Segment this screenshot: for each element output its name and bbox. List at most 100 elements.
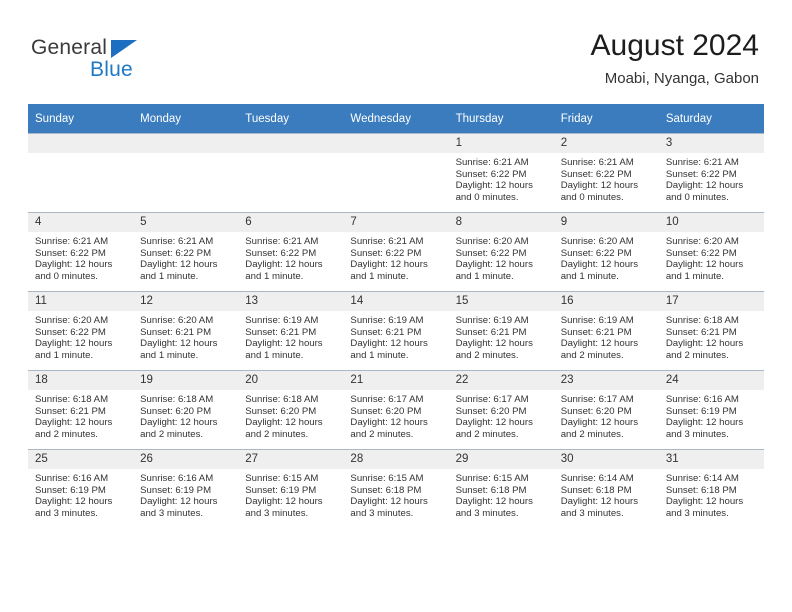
calendar-day-cell[interactable]: 8 Sunrise: 6:20 AM Sunset: 6:22 PM Daylight… (448, 212, 554, 292)
day-details: Sunrise: 6:18 AM Sunset: 6:21 PM Daylight:… (28, 390, 133, 440)
daylight-text-line1: Daylight: 12 hours (560, 496, 639, 508)
day-number: 30 (553, 450, 659, 469)
calendar-day-cell-empty (133, 133, 239, 213)
weekday-header-friday: Friday (553, 104, 659, 134)
daylight-text-line1: Daylight: 12 hours (455, 496, 533, 508)
sunset-text: Sunset: 6:21 PM (245, 326, 317, 338)
daylight-text-line1: Daylight: 12 hours (455, 180, 533, 192)
daylight-text-line2: and 1 minute. (350, 349, 409, 361)
calendar-day-cell[interactable]: 25 Sunrise: 6:16 AM Sunset: 6:19 PM Dayligh… (28, 449, 134, 528)
day-details: Sunrise: 6:19 AM Sunset: 6:21 PM Daylight:… (449, 311, 554, 361)
calendar-day-cell[interactable]: 20 Sunrise: 6:18 AM Sunset: 6:20 PM Dayligh… (238, 370, 344, 450)
calendar-day-cell[interactable]: 9 Sunrise: 6:20 AM Sunset: 6:22 PM Daylight… (553, 212, 659, 292)
day-details: Sunrise: 6:20 AM Sunset: 6:21 PM Daylight:… (133, 311, 238, 361)
calendar-day-cell[interactable]: 27 Sunrise: 6:15 AM Sunset: 6:19 PM Dayligh… (238, 449, 344, 528)
brand-name-general: General (31, 36, 108, 59)
calendar-day-cell[interactable]: 12 Sunrise: 6:20 AM Sunset: 6:21 PM Dayligh… (133, 291, 239, 371)
calendar-day-cell[interactable]: 23 Sunrise: 6:17 AM Sunset: 6:20 PM Dayligh… (553, 370, 659, 450)
sunset-text: Sunset: 6:22 PM (560, 247, 632, 259)
calendar-day-cell[interactable]: 15 Sunrise: 6:19 AM Sunset: 6:21 PM Dayligh… (448, 291, 554, 371)
daylight-text-line1: Daylight: 12 hours (350, 259, 428, 271)
day-details: Sunrise: 6:20 AM Sunset: 6:22 PM Daylight:… (449, 232, 554, 282)
daylight-text-line2: and 0 minutes. (35, 270, 98, 282)
sunset-text: Sunset: 6:20 PM (350, 405, 422, 417)
page-title: August 2024 (590, 29, 759, 62)
sunset-text: Sunset: 6:22 PM (455, 247, 527, 259)
daylight-text-line1: Daylight: 12 hours (560, 417, 639, 429)
sunrise-text: Sunrise: 6:15 AM (245, 473, 319, 484)
calendar-day-cell[interactable]: 4 Sunrise: 6:21 AM Sunset: 6:22 PM Daylight… (28, 212, 134, 292)
calendar-day-cell[interactable]: 29 Sunrise: 6:15 AM Sunset: 6:18 PM Dayligh… (448, 449, 554, 528)
calendar-week-row: 25 Sunrise: 6:16 AM Sunset: 6:19 PM Dayligh… (28, 449, 764, 528)
day-details: Sunrise: 6:19 AM Sunset: 6:21 PM Daylight:… (238, 311, 343, 361)
calendar-day-cell[interactable]: 11 Sunrise: 6:20 AM Sunset: 6:22 PM Dayligh… (28, 291, 134, 371)
calendar-day-cell[interactable]: 24 Sunrise: 6:16 AM Sunset: 6:19 PM Dayligh… (658, 370, 764, 450)
sunrise-text: Sunrise: 6:21 AM (665, 157, 739, 168)
sunrise-text: Sunrise: 6:16 AM (35, 473, 109, 484)
calendar-day-cell[interactable]: 2 Sunrise: 6:21 AM Sunset: 6:22 PM Daylight… (553, 133, 659, 213)
sunset-text: Sunset: 6:22 PM (560, 168, 632, 180)
daylight-text-line2: and 1 minute. (560, 270, 619, 282)
calendar-week-row: 4 Sunrise: 6:21 AM Sunset: 6:22 PM Daylight… (28, 212, 764, 292)
daylight-text-line2: and 2 minutes. (560, 349, 624, 361)
calendar-day-cell[interactable]: 7 Sunrise: 6:21 AM Sunset: 6:22 PM Daylight… (343, 212, 449, 292)
calendar-day-cell[interactable]: 19 Sunrise: 6:18 AM Sunset: 6:20 PM Dayligh… (133, 370, 239, 450)
sunset-text: Sunset: 6:20 PM (245, 405, 317, 417)
calendar-day-cell-empty (343, 133, 449, 213)
daylight-text-line2: and 1 minute. (245, 349, 304, 361)
daylight-text-line1: Daylight: 12 hours (350, 417, 428, 429)
sunrise-text: Sunrise: 6:15 AM (350, 473, 424, 484)
daylight-text-line1: Daylight: 12 hours (560, 338, 639, 350)
day-details: Sunrise: 6:20 AM Sunset: 6:22 PM Daylight:… (28, 311, 133, 361)
daylight-text-line1: Daylight: 12 hours (245, 417, 323, 429)
calendar-day-cell[interactable]: 28 Sunrise: 6:15 AM Sunset: 6:18 PM Dayligh… (343, 449, 449, 528)
day-number: 8 (448, 213, 554, 232)
calendar-day-cell[interactable]: 14 Sunrise: 6:19 AM Sunset: 6:21 PM Dayligh… (343, 291, 449, 371)
daylight-text-line2: and 3 minutes. (245, 507, 309, 519)
day-number: 2 (553, 134, 659, 153)
calendar-day-cell[interactable]: 5 Sunrise: 6:21 AM Sunset: 6:22 PM Daylight… (133, 212, 239, 292)
calendar-day-cell[interactable]: 10 Sunrise: 6:20 AM Sunset: 6:22 PM Dayligh… (658, 212, 764, 292)
day-details: Sunrise: 6:18 AM Sunset: 6:20 PM Daylight:… (238, 390, 343, 440)
day-number: 26 (133, 450, 239, 469)
day-number: 25 (28, 450, 134, 469)
weekday-header-tuesday: Tuesday (238, 104, 344, 134)
calendar-day-cell[interactable]: 13 Sunrise: 6:19 AM Sunset: 6:21 PM Dayligh… (238, 291, 344, 371)
sunset-text: Sunset: 6:22 PM (455, 168, 527, 180)
calendar-day-cell[interactable]: 31 Sunrise: 6:14 AM Sunset: 6:18 PM Dayligh… (658, 449, 764, 528)
daylight-text-line1: Daylight: 12 hours (350, 338, 428, 350)
brand-logo[interactable]: General Blue (31, 36, 251, 88)
day-number: 24 (658, 371, 764, 390)
calendar-day-cell[interactable]: 18 Sunrise: 6:18 AM Sunset: 6:21 PM Dayligh… (28, 370, 134, 450)
daylight-text-line1: Daylight: 12 hours (35, 496, 113, 508)
daylight-text-line1: Daylight: 12 hours (350, 496, 428, 508)
calendar-day-cell[interactable]: 16 Sunrise: 6:19 AM Sunset: 6:21 PM Dayligh… (553, 291, 659, 371)
calendar-day-cell[interactable]: 1 Sunrise: 6:21 AM Sunset: 6:22 PM Daylight… (448, 133, 554, 213)
day-details: Sunrise: 6:14 AM Sunset: 6:18 PM Daylight:… (659, 469, 764, 519)
calendar-day-cell[interactable]: 21 Sunrise: 6:17 AM Sunset: 6:20 PM Dayligh… (343, 370, 449, 450)
calendar-page: General Blue August 2024 Moabi, Nyanga, … (0, 0, 792, 612)
day-details: Sunrise: 6:15 AM Sunset: 6:19 PM Daylight:… (238, 469, 343, 519)
daylight-text-line1: Daylight: 12 hours (140, 496, 218, 508)
day-details: Sunrise: 6:20 AM Sunset: 6:22 PM Daylight:… (554, 232, 659, 282)
day-number (28, 134, 134, 153)
daylight-text-line1: Daylight: 12 hours (35, 259, 113, 271)
calendar-day-cell[interactable]: 26 Sunrise: 6:16 AM Sunset: 6:19 PM Dayligh… (133, 449, 239, 528)
day-number: 14 (343, 292, 449, 311)
sunset-text: Sunset: 6:18 PM (350, 484, 422, 496)
day-number: 16 (553, 292, 659, 311)
daylight-text-line2: and 2 minutes. (665, 349, 729, 361)
calendar-day-cell[interactable]: 30 Sunrise: 6:14 AM Sunset: 6:18 PM Dayligh… (553, 449, 659, 528)
sunrise-text: Sunrise: 6:14 AM (560, 473, 634, 484)
day-number: 17 (658, 292, 764, 311)
calendar-day-cell[interactable]: 22 Sunrise: 6:17 AM Sunset: 6:20 PM Dayligh… (448, 370, 554, 450)
daylight-text-line1: Daylight: 12 hours (665, 496, 744, 508)
calendar-day-cell[interactable]: 3 Sunrise: 6:21 AM Sunset: 6:22 PM Daylight… (658, 133, 764, 213)
calendar-day-cell[interactable]: 17 Sunrise: 6:18 AM Sunset: 6:21 PM Dayligh… (658, 291, 764, 371)
day-details: Sunrise: 6:21 AM Sunset: 6:22 PM Daylight:… (343, 232, 448, 282)
daylight-text-line2: and 3 minutes. (665, 507, 729, 519)
calendar-day-cell[interactable]: 6 Sunrise: 6:21 AM Sunset: 6:22 PM Daylight… (238, 212, 344, 292)
sunset-text: Sunset: 6:21 PM (665, 326, 737, 338)
calendar-day-cell-empty (238, 133, 344, 213)
daylight-text-line2: and 2 minutes. (35, 428, 98, 440)
